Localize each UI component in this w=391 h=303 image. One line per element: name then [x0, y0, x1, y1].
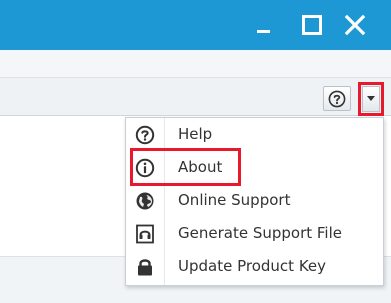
info-circle-icon: [134, 157, 156, 179]
help-dropdown-button[interactable]: [362, 86, 380, 112]
caret-down-icon: [367, 96, 375, 101]
menu-item-generate-support-file[interactable]: Generate Support File: [126, 217, 383, 250]
menu-item-label: Online Support: [178, 191, 291, 209]
headset-icon: [134, 223, 156, 245]
header-band: [0, 50, 391, 78]
menu-item-label: Help: [178, 125, 213, 143]
help-button[interactable]: [323, 86, 351, 111]
menu-item-online-support[interactable]: Online Support: [126, 184, 383, 217]
menu-item-label: About: [178, 158, 223, 176]
close-icon: [344, 14, 366, 36]
menu-item-label: Update Product Key: [178, 257, 327, 275]
menu-item-label: Generate Support File: [178, 224, 342, 242]
minimize-icon: [257, 30, 270, 33]
menu-item-about[interactable]: About: [126, 151, 383, 184]
help-circle-icon: [134, 124, 156, 146]
maximize-icon: [302, 15, 322, 35]
lock-icon: [134, 256, 156, 278]
minimize-button[interactable]: [246, 0, 282, 50]
title-bar: [0, 0, 391, 50]
globe-icon: [134, 190, 156, 212]
help-circle-icon: [328, 90, 346, 107]
menu-item-help[interactable]: Help: [126, 118, 383, 151]
maximize-button[interactable]: [294, 0, 330, 50]
menu-item-update-product-key[interactable]: Update Product Key: [126, 250, 383, 283]
close-button[interactable]: [337, 0, 373, 50]
